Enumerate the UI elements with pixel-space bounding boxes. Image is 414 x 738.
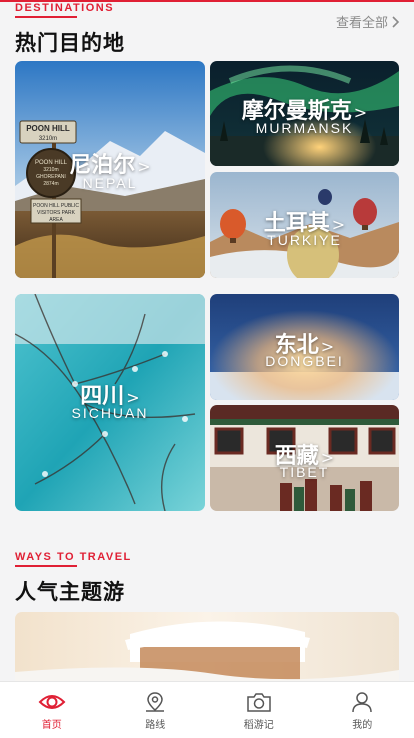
nav-item-route[interactable]: 路线 [104, 682, 208, 738]
chevron-right-icon [390, 16, 400, 28]
themes-eyebrow: WAYS TO TRAVEL [15, 551, 132, 563]
nav-label: 首页 [42, 716, 62, 731]
destination-card-turkiye[interactable]: 土耳其> TURKIYE [210, 172, 399, 278]
nav-label: 我的 [352, 716, 372, 731]
sign-text-8: VISITORS PARK [37, 210, 76, 216]
nav-label: 路线 [145, 716, 165, 731]
destination-card-tibet[interactable]: 西藏> TIBET [210, 405, 399, 511]
arrow-right-icon: > [137, 157, 150, 176]
map-pin-icon [143, 691, 167, 713]
eyebrow-underline [15, 16, 77, 18]
nav-item-travelogue[interactable]: 稻游记 [207, 682, 311, 738]
card-title-en: TIBET [210, 464, 399, 480]
bottom-nav: 首页 路线 稻游记 我的 [0, 681, 414, 738]
nav-item-mine[interactable]: 我的 [311, 682, 414, 738]
sign-text-9: AREA [49, 217, 63, 223]
nav-label: 稻游记 [244, 716, 274, 731]
nav-item-home[interactable]: 首页 [0, 682, 104, 738]
see-all-label: 查看全部 [336, 12, 388, 31]
destination-card-nepal[interactable]: POON HILL 3210m POON HILL 3210m GHOREPAN… [15, 61, 205, 278]
themes-title: 人气主题游 [15, 576, 125, 606]
sign-text-1: POON HILL [26, 124, 70, 133]
card-title-en: DONGBEI [210, 353, 399, 369]
card-title-en: MURMANSK [210, 120, 399, 136]
card-title-en: NEPAL [15, 175, 205, 191]
destination-card-dongbei[interactable]: 东北> DONGBEI [210, 294, 399, 400]
see-all-link[interactable]: 查看全部 [336, 12, 400, 31]
camera-icon [245, 691, 273, 713]
sign-text-7: POON HILL PUBLIC [33, 203, 79, 209]
eye-icon [38, 691, 66, 713]
destinations-eyebrow: DESTINATIONS [15, 2, 114, 14]
card-title-en: SICHUAN [15, 405, 205, 421]
eyebrow-underline [15, 565, 77, 567]
destinations-title: 热门目的地 [15, 27, 125, 57]
destination-card-sichuan[interactable]: 四川> SICHUAN [15, 294, 205, 511]
card-title-en: TURKIYE [210, 232, 399, 248]
sign-text-2: 3210m [39, 136, 57, 142]
user-icon [350, 691, 374, 713]
destination-card-murmansk[interactable]: 摩尔曼斯克> MURMANSK [210, 61, 399, 166]
